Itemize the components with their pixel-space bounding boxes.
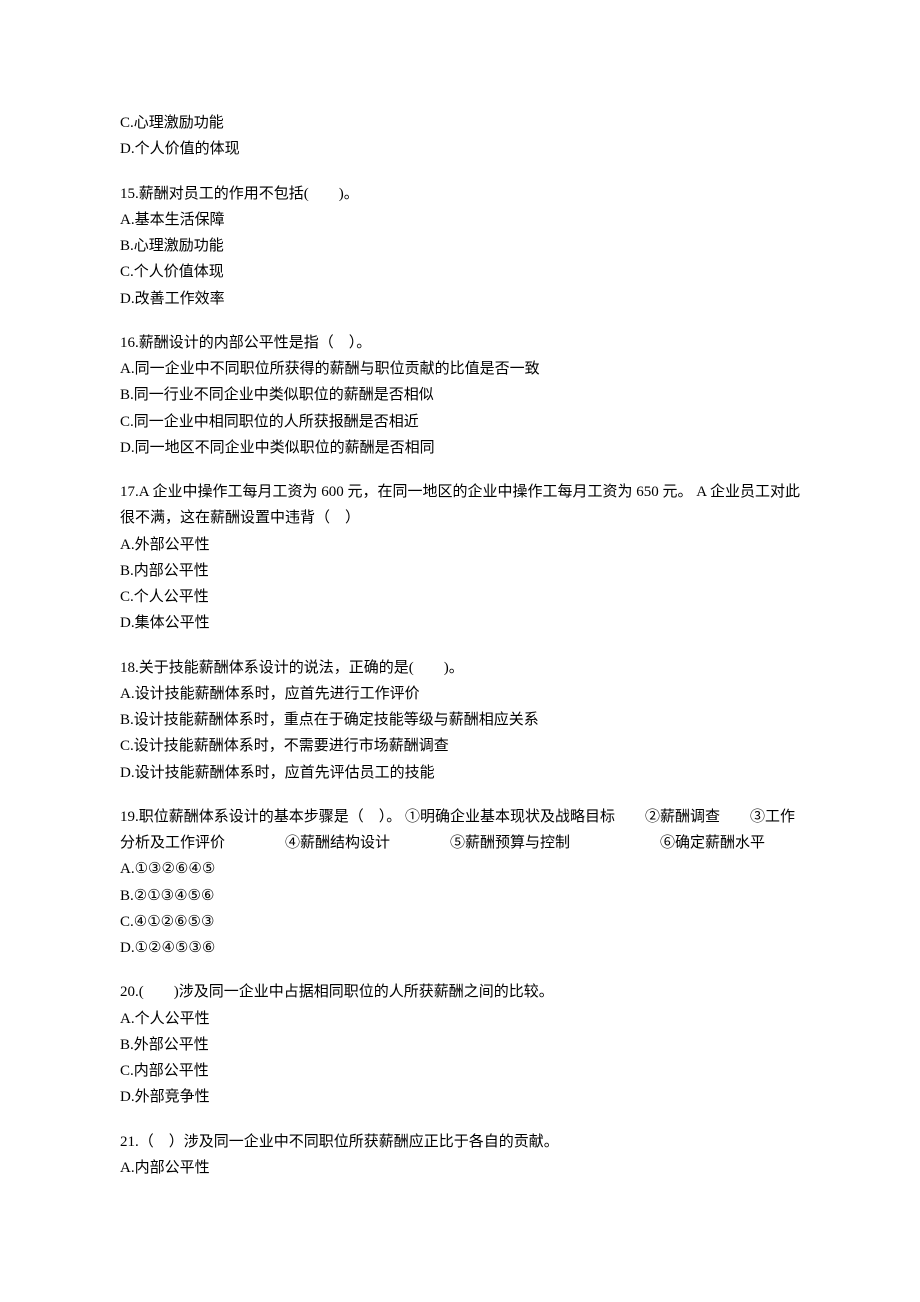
question-20: 20.( )涉及同一企业中占据相同职位的人所获薪酬之间的比较。 A.个人公平性 … xyxy=(120,979,800,1110)
option-a: A.设计技能薪酬体系时，应首先进行工作评价 xyxy=(120,681,800,707)
option-c: C.同一企业中相同职位的人所获报酬是否相近 xyxy=(120,409,800,435)
option-c: C.设计技能薪酬体系时，不需要进行市场薪酬调查 xyxy=(120,733,800,759)
option-d: D.改善工作效率 xyxy=(120,286,800,312)
question-stem: 15.薪酬对员工的作用不包括( )。 xyxy=(120,181,800,207)
question-stem: 18.关于技能薪酬体系设计的说法，正确的是( )。 xyxy=(120,655,800,681)
question-18: 18.关于技能薪酬体系设计的说法，正确的是( )。 A.设计技能薪酬体系时，应首… xyxy=(120,655,800,786)
question-stem: 16.薪酬设计的内部公平性是指（ ）。 xyxy=(120,330,800,356)
question-stem: 21.（ ）涉及同一企业中不同职位所获薪酬应正比于各自的贡献。 xyxy=(120,1129,800,1155)
option-b: B.内部公平性 xyxy=(120,558,800,584)
option-a: A.基本生活保障 xyxy=(120,207,800,233)
option-d: D.集体公平性 xyxy=(120,610,800,636)
option-d: D.外部竞争性 xyxy=(120,1084,800,1110)
question-stem: 17.A 企业中操作工每月工资为 600 元，在同一地区的企业中操作工每月工资为… xyxy=(120,479,800,532)
option-c: C.个人价值体现 xyxy=(120,259,800,285)
option-b: B.心理激励功能 xyxy=(120,233,800,259)
option-d: D.设计技能薪酬体系时，应首先评估员工的技能 xyxy=(120,760,800,786)
question-16: 16.薪酬设计的内部公平性是指（ ）。 A.同一企业中不同职位所获得的薪酬与职位… xyxy=(120,330,800,461)
option-c: C.个人公平性 xyxy=(120,584,800,610)
option-d: D.①②④⑤③⑥ xyxy=(120,935,800,961)
question-stem: 19.职位薪酬体系设计的基本步骤是（ ）。 ①明确企业基本现状及战略目标 ②薪酬… xyxy=(120,804,800,857)
question-stem: 20.( )涉及同一企业中占据相同职位的人所获薪酬之间的比较。 xyxy=(120,979,800,1005)
question-21: 21.（ ）涉及同一企业中不同职位所获薪酬应正比于各自的贡献。 A.内部公平性 xyxy=(120,1129,800,1182)
question-15: 15.薪酬对员工的作用不包括( )。 A.基本生活保障 B.心理激励功能 C.个… xyxy=(120,181,800,312)
option-a: A.内部公平性 xyxy=(120,1155,800,1181)
option-b: B.设计技能薪酬体系时，重点在于确定技能等级与薪酬相应关系 xyxy=(120,707,800,733)
option-b: B.同一行业不同企业中类似职位的薪酬是否相似 xyxy=(120,382,800,408)
option-a: A.个人公平性 xyxy=(120,1006,800,1032)
option-b: B.外部公平性 xyxy=(120,1032,800,1058)
option-a: A.同一企业中不同职位所获得的薪酬与职位贡献的比值是否一致 xyxy=(120,356,800,382)
option-b: B.②①③④⑤⑥ xyxy=(120,883,800,909)
option-c: C.心理激励功能 xyxy=(120,110,800,136)
option-a: A.①③②⑥④⑤ xyxy=(120,856,800,882)
option-d: D.个人价值的体现 xyxy=(120,136,800,162)
option-c: C.④①②⑥⑤③ xyxy=(120,909,800,935)
question-17: 17.A 企业中操作工每月工资为 600 元，在同一地区的企业中操作工每月工资为… xyxy=(120,479,800,637)
option-a: A.外部公平性 xyxy=(120,532,800,558)
option-d: D.同一地区不同企业中类似职位的薪酬是否相同 xyxy=(120,435,800,461)
question-19: 19.职位薪酬体系设计的基本步骤是（ ）。 ①明确企业基本现状及战略目标 ②薪酬… xyxy=(120,804,800,962)
orphan-options: C.心理激励功能 D.个人价值的体现 xyxy=(120,110,800,163)
option-c: C.内部公平性 xyxy=(120,1058,800,1084)
